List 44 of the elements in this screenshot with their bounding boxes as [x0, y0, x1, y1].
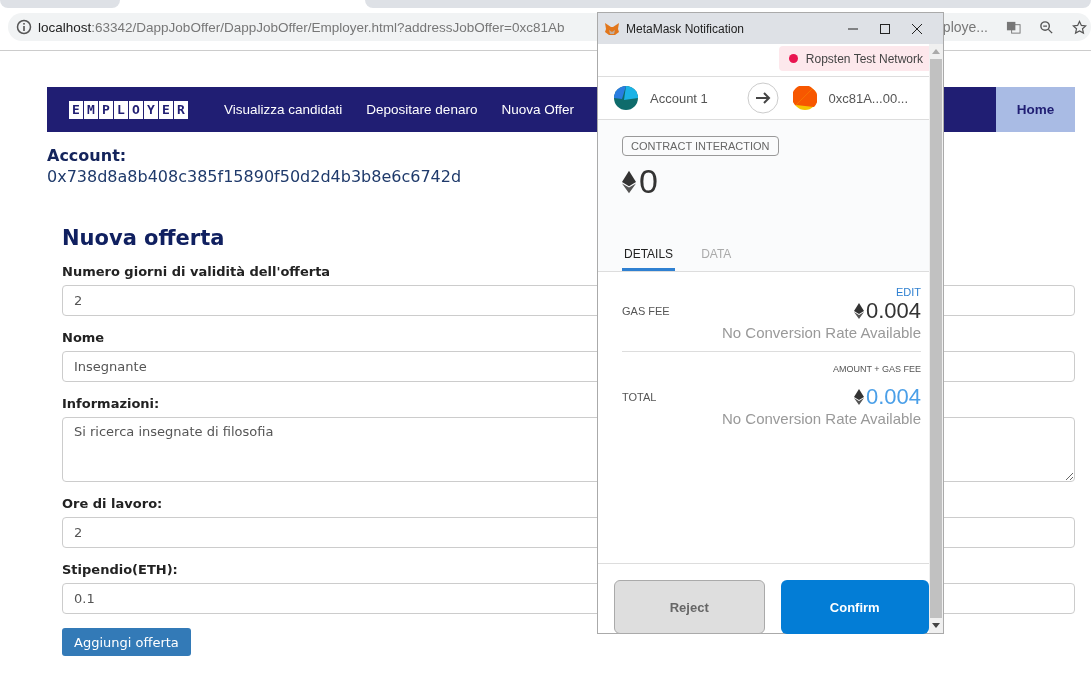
reject-button[interactable]: Reject	[614, 580, 765, 634]
conversion-note: No Conversion Rate Available	[722, 324, 921, 341]
total-label: TOTAL	[622, 391, 657, 403]
field-label: Numero giorni di validità dell'offerta	[62, 264, 331, 279]
total-caption: AMOUNT + GAS FEE	[832, 364, 921, 374]
ethereum-icon	[853, 389, 864, 405]
maximize-icon[interactable]	[879, 22, 891, 35]
amount: 0	[639, 162, 658, 201]
field-label: Informazioni:	[62, 396, 160, 411]
contract-address: 0xc81A...00...	[828, 90, 908, 106]
account-avatar-icon	[614, 86, 638, 110]
network-indicator[interactable]: Ropsten Test Network	[778, 46, 929, 71]
confirm-button[interactable]: Confirm	[780, 580, 929, 634]
gas-fee-label: GAS FEE	[622, 305, 670, 317]
add-offer-button[interactable]: Aggiungi offerta	[62, 628, 191, 656]
window-title: MetaMask Notification	[626, 21, 746, 36]
fox-icon	[604, 20, 620, 37]
ethereum-icon	[853, 303, 864, 319]
url-text: localhost:63342/DappJobOffer/DappJobOffer/Employer.html?addressJobOffer=0xc81Ab	[38, 19, 565, 35]
field-label: Nome	[62, 330, 105, 345]
logo: E M P L O Y E R	[69, 87, 188, 132]
form-title: Nuova offerta	[62, 226, 226, 250]
info-icon	[16, 19, 32, 35]
scrollbar[interactable]	[929, 44, 943, 633]
field-label: Stipendio(ETH):	[62, 562, 178, 577]
scroll-down-icon[interactable]	[932, 623, 940, 628]
account-address: 0x738d8a8b408c385f15890f50d2d4b3b8e6c6742d	[47, 167, 462, 186]
transaction-type-badge: CONTRACT INTERACTION	[622, 136, 779, 156]
star-icon[interactable]	[1072, 19, 1087, 35]
arrow-right-icon	[746, 82, 779, 114]
nav-link[interactable]: Home	[996, 87, 1075, 132]
field-label: Ore di lavoro:	[62, 496, 163, 511]
ethereum-icon	[622, 169, 636, 194]
edit-link[interactable]: EDIT	[895, 286, 921, 298]
nav-link[interactable]: Visualizza candidati	[212, 87, 355, 132]
contract-avatar-icon	[792, 86, 817, 110]
nav-link[interactable]: Nuova Offer	[489, 87, 586, 132]
zoom-icon[interactable]	[1039, 19, 1054, 35]
nav-link[interactable]: Depositare denaro	[354, 87, 490, 132]
tab[interactable]: DETAILS	[622, 247, 676, 271]
url-text: ploye...	[942, 19, 988, 35]
close-icon[interactable]	[911, 22, 923, 35]
total-value: 0.004	[865, 384, 921, 410]
account-name: Account 1	[650, 90, 708, 106]
